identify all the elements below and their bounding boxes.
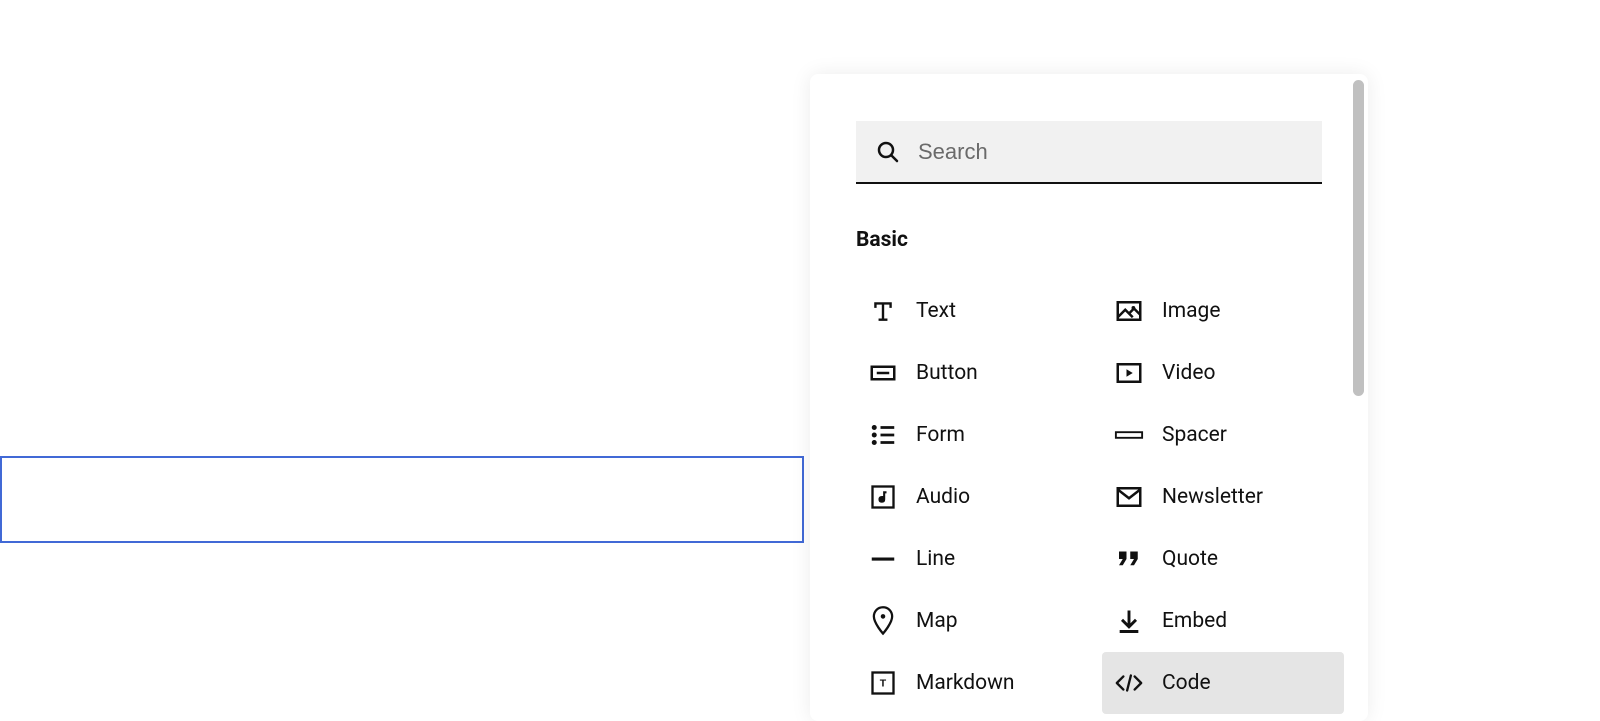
map-icon (868, 606, 898, 636)
block-button[interactable]: Button (856, 342, 1098, 404)
block-image[interactable]: Image (1102, 280, 1344, 342)
block-map[interactable]: Map (856, 590, 1098, 652)
block-label: Embed (1162, 609, 1227, 633)
block-video[interactable]: Video (1102, 342, 1344, 404)
search-icon (876, 140, 900, 164)
search-box[interactable] (856, 121, 1322, 184)
block-audio[interactable]: Audio (856, 466, 1098, 528)
code-icon (1114, 668, 1144, 698)
block-label: Map (916, 609, 958, 633)
block-label: Newsletter (1162, 485, 1263, 509)
line-icon (868, 544, 898, 574)
block-label: Audio (916, 485, 970, 509)
embed-icon (1114, 606, 1144, 636)
quote-icon (1114, 544, 1144, 574)
block-text[interactable]: Text (856, 280, 1098, 342)
video-icon (1114, 358, 1144, 388)
block-markdown[interactable]: T Markdown (856, 652, 1098, 714)
block-embed[interactable]: Embed (1102, 590, 1344, 652)
block-label: Image (1162, 299, 1220, 323)
newsletter-icon (1114, 482, 1144, 512)
block-form[interactable]: Form (856, 404, 1098, 466)
scrollbar-thumb[interactable] (1353, 80, 1364, 396)
block-spacer[interactable]: Spacer (1102, 404, 1344, 466)
spacer-icon (1114, 420, 1144, 450)
block-quote[interactable]: Quote (1102, 528, 1344, 590)
audio-icon (868, 482, 898, 512)
block-line[interactable]: Line (856, 528, 1098, 590)
markdown-icon: T (868, 668, 898, 698)
section-title: Basic (856, 228, 1322, 252)
block-code[interactable]: Code (1102, 652, 1344, 714)
block-label: Markdown (916, 671, 1015, 695)
block-newsletter[interactable]: Newsletter (1102, 466, 1344, 528)
block-label: Code (1162, 671, 1211, 695)
svg-text:T: T (880, 678, 887, 690)
block-label: Video (1162, 361, 1215, 385)
block-label: Spacer (1162, 423, 1227, 447)
block-label: Line (916, 547, 955, 571)
selected-content-block[interactable] (0, 456, 804, 543)
block-picker-panel: Basic Text Image (810, 74, 1368, 721)
form-icon (868, 420, 898, 450)
button-icon (868, 358, 898, 388)
block-label: Button (916, 361, 978, 385)
block-grid: Text Image (856, 280, 1322, 714)
search-input[interactable] (918, 139, 1302, 165)
image-icon (1114, 296, 1144, 326)
block-label: Text (916, 299, 956, 323)
block-label: Form (916, 423, 965, 447)
text-icon (868, 296, 898, 326)
block-label: Quote (1162, 547, 1218, 571)
